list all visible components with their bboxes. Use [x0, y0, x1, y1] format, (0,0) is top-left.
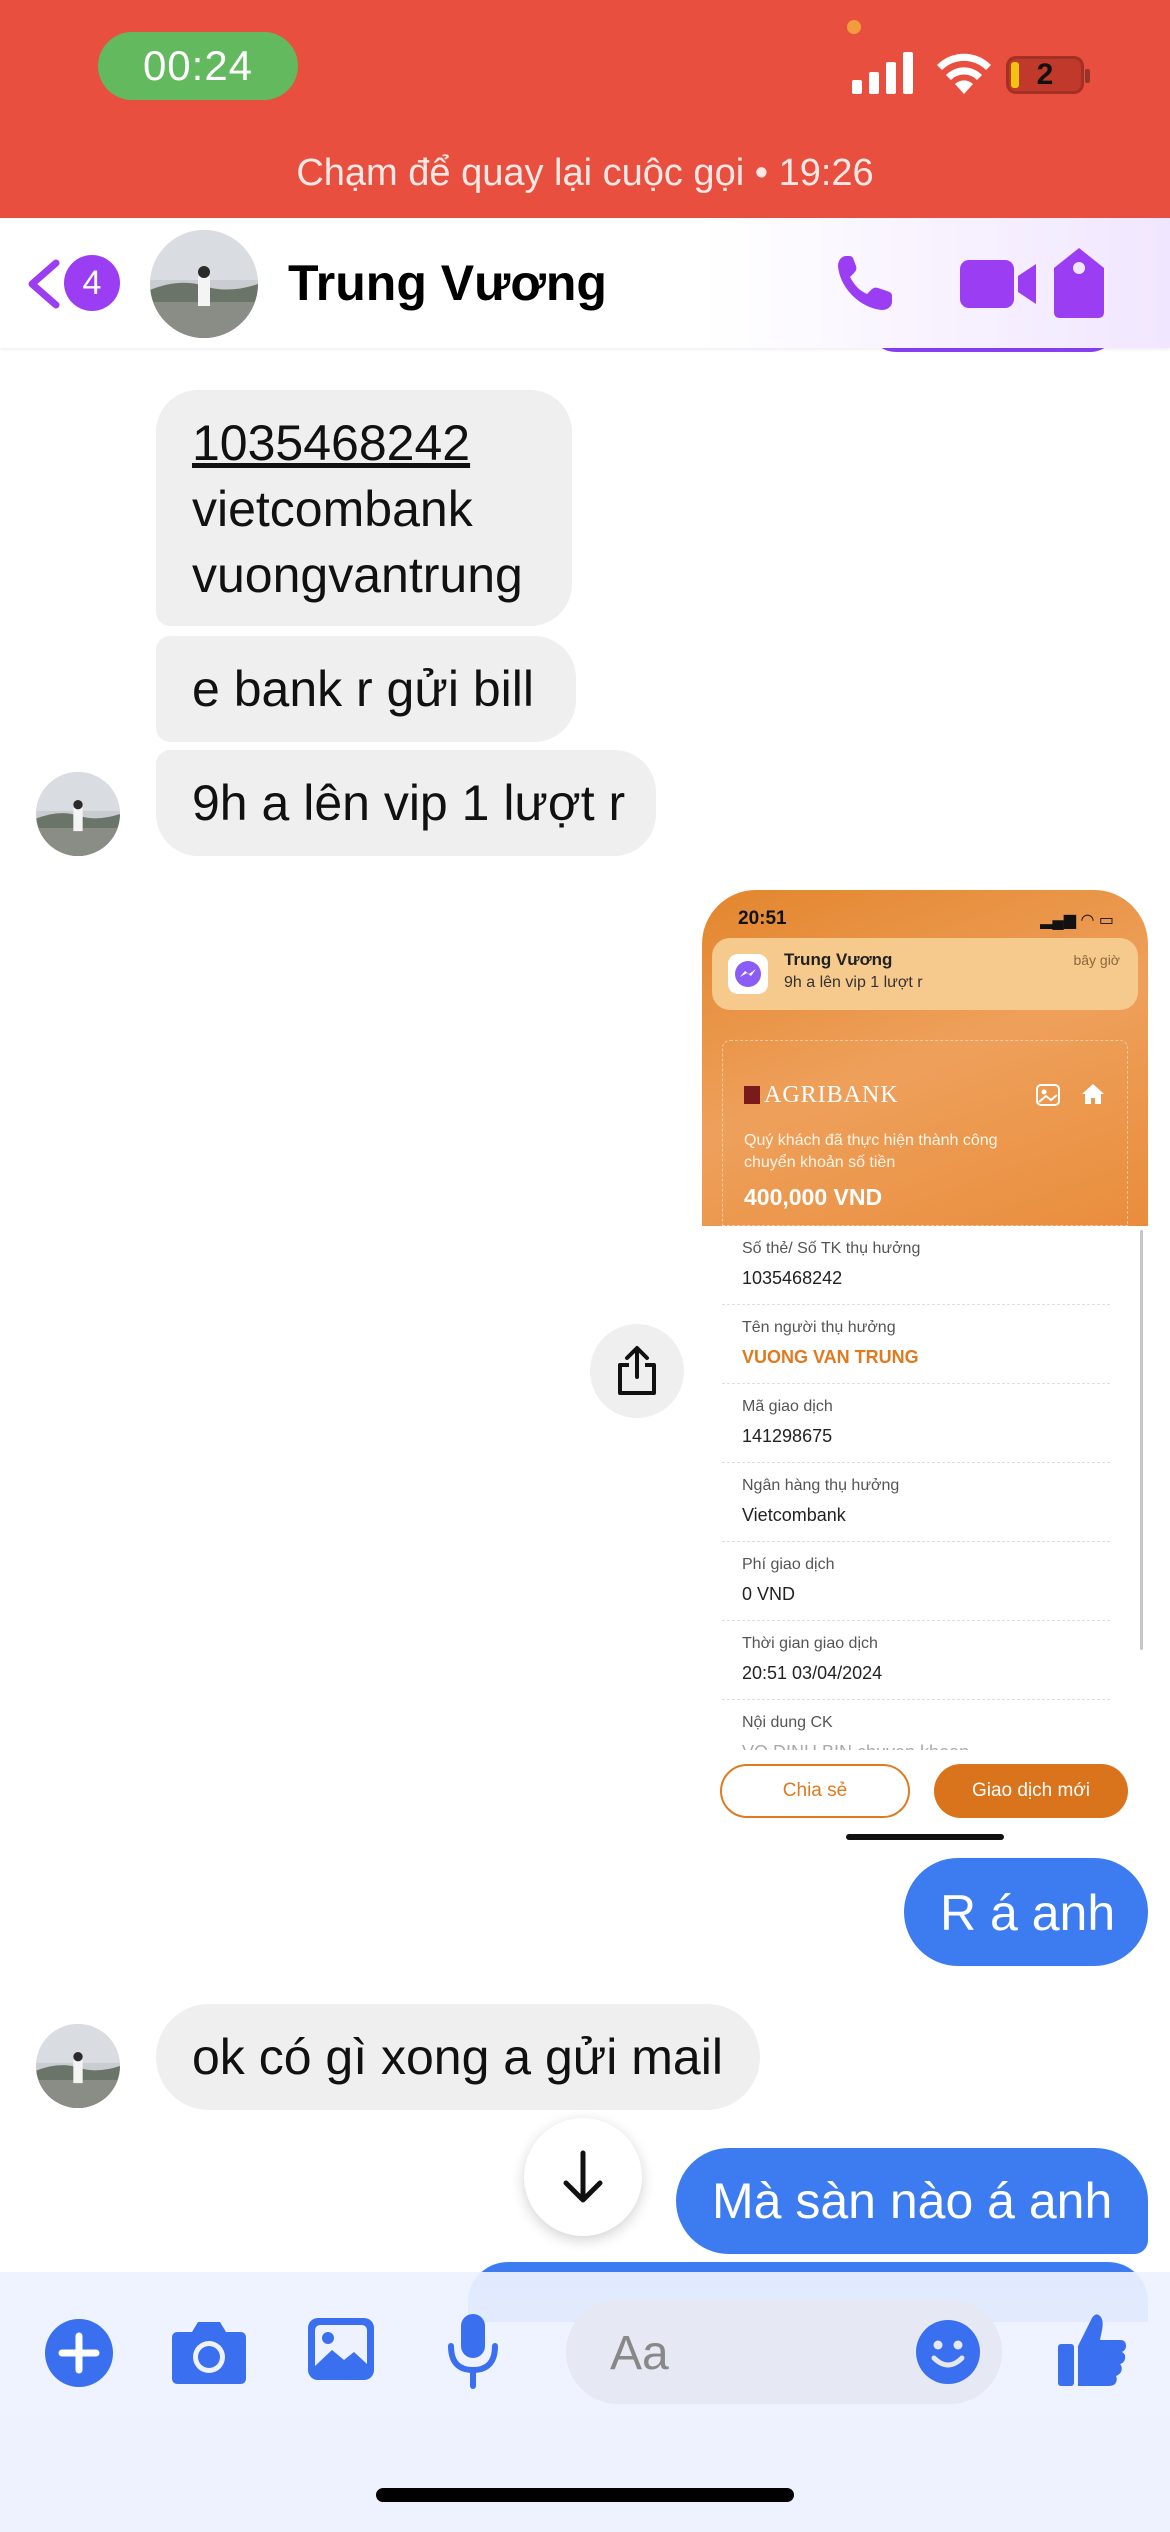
transfer-success-text: Quý khách đã thực hiện thành công chuyển… — [744, 1132, 998, 1171]
receipt-new-transaction-button: Giao dịch mới — [934, 1764, 1128, 1818]
scroll-to-bottom-button[interactable] — [524, 2118, 642, 2236]
account-name-text: vuongvantrung — [192, 547, 523, 603]
return-to-call-text[interactable]: Chạm để quay lại cuộc gọi • 19:26 — [0, 152, 1170, 195]
transfer-amount: 400,000 VND — [744, 1184, 883, 1210]
contact-name[interactable]: Trung Vương — [288, 254, 607, 312]
message-bubble[interactable]: e bank r gửi bill — [156, 636, 576, 742]
receipt-home-indicator — [846, 1834, 1004, 1840]
home-icon — [1082, 1084, 1104, 1104]
receipt-row: Tên người thụ hưởng VUONG VAN TRUNG — [722, 1305, 1110, 1384]
receipt-row: Mã giao dịch 141298675 — [722, 1384, 1110, 1463]
sender-avatar[interactable] — [36, 772, 120, 856]
battery-level: 2 — [1036, 58, 1054, 91]
transfer-receipt-image[interactable]: 20:51 ▂▄▆ ◠ ▭ Trung Vương 9h a lên vip 1… — [702, 890, 1148, 1840]
phone-icon[interactable] — [832, 252, 900, 316]
message-bubble[interactable]: 9h a lên vip 1 lượt r — [156, 750, 656, 856]
chat-header: 4 Trung Vương — [0, 218, 1170, 348]
video-camera-icon[interactable] — [958, 256, 1038, 312]
agribank-logo: AGRIBANK — [744, 1082, 899, 1109]
emoji-icon[interactable] — [914, 2318, 982, 2386]
cellular-signal-icon — [852, 52, 913, 94]
image-icon — [1036, 1084, 1060, 1106]
home-indicator — [376, 2488, 794, 2502]
receipt-row: Số thẻ/ Số TK thụ hưởng 1035468242 — [722, 1226, 1110, 1305]
message-bubble-account-info[interactable]: 1035468242 vietcombank vuongvantrung — [156, 390, 572, 626]
receipt-notification-banner: Trung Vương 9h a lên vip 1 lượt r bây gi… — [712, 938, 1138, 1010]
gallery-icon[interactable] — [306, 2316, 376, 2382]
call-timer-pill[interactable]: 00:24 — [98, 32, 298, 100]
call-banner[interactable]: 00:24 2 Chạm để quay lại cuộc gọi • 19:2… — [0, 0, 1170, 218]
message-bubble[interactable]: ok có gì xong a gửi mail — [156, 2004, 760, 2110]
back-chevron-icon — [28, 259, 60, 309]
mic-in-use-indicator — [847, 20, 861, 34]
message-bubble[interactable]: R á anh — [904, 1858, 1148, 1966]
receipt-status-time: 20:51 — [738, 908, 787, 929]
wifi-icon — [937, 53, 991, 94]
plus-icon[interactable] — [44, 2318, 114, 2388]
tag-icon[interactable] — [1050, 246, 1108, 320]
message-bubble[interactable]: Mà sàn nào á anh — [676, 2148, 1148, 2254]
receipt-share-button: Chia sẻ — [720, 1764, 910, 1818]
camera-icon[interactable] — [170, 2316, 248, 2386]
receipt-row: Thời gian giao dịch 20:51 03/04/2024 — [722, 1621, 1110, 1700]
battery-icon: 2 — [1006, 52, 1090, 98]
microphone-icon[interactable] — [446, 2312, 500, 2390]
notification-sender: Trung Vương — [784, 950, 893, 969]
share-button[interactable] — [590, 1324, 684, 1418]
notification-message: 9h a lên vip 1 lượt r — [784, 974, 923, 991]
receipt-scrollbar — [1140, 1230, 1143, 1650]
call-timer: 00:24 — [142, 42, 254, 89]
bank-name-text: vietcombank — [192, 481, 473, 537]
messenger-icon — [728, 954, 768, 994]
notification-time: bây giờ — [1073, 952, 1120, 968]
message-input-placeholder: Aa — [610, 2327, 669, 2380]
receipt-details: Số thẻ/ Số TK thụ hưởng 1035468242 Tên n… — [722, 1226, 1128, 1779]
message-input[interactable]: Aa — [566, 2300, 1002, 2404]
contact-avatar[interactable] — [150, 230, 258, 338]
account-number-link[interactable]: 1035468242 — [192, 410, 572, 476]
arrow-down-icon — [563, 2150, 603, 2203]
receipt-status-icons: ▂▄▆ ◠ ▭ — [1040, 912, 1114, 929]
thumbs-up-icon[interactable] — [1056, 2310, 1128, 2388]
receipt-row: Phí giao dịch 0 VND — [722, 1542, 1110, 1621]
share-icon — [618, 1346, 656, 1395]
receipt-row: Ngân hàng thụ hưởng Vietcombank — [722, 1463, 1110, 1542]
unread-badge: 4 — [64, 255, 120, 311]
back-button[interactable]: 4 — [24, 253, 124, 315]
sender-avatar[interactable] — [36, 2024, 120, 2108]
